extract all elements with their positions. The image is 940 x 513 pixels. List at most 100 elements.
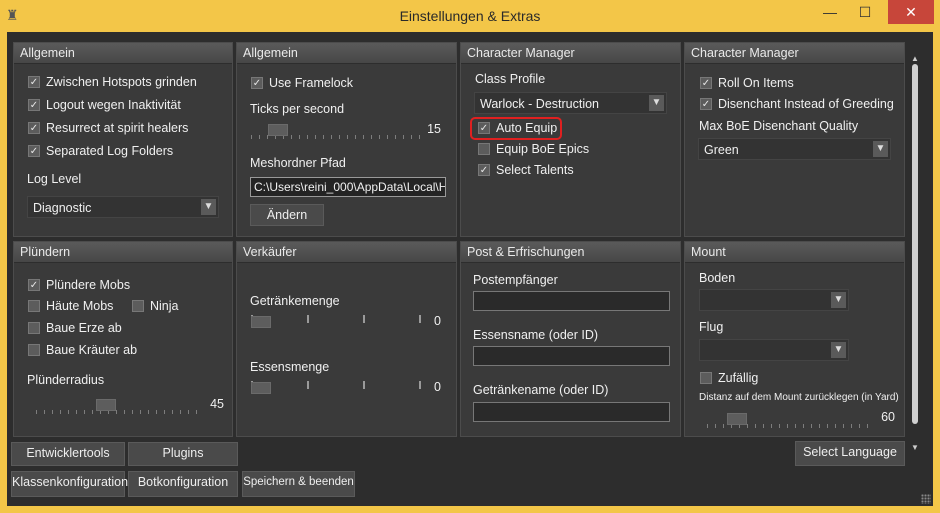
save-exit-button[interactable]: Speichern & beenden: [242, 471, 355, 497]
slider-thumb[interactable]: [251, 316, 271, 328]
minimize-button[interactable]: —: [815, 0, 845, 24]
panel-pluendern: Plündern ✓ Plündere Mobs Häute Mobs Ninj…: [13, 241, 233, 437]
settings-client-area: Allgemein ✓ Zwischen Hotspots grinden ✓ …: [7, 32, 933, 506]
class-config-button[interactable]: Klassenkonfiguration: [11, 471, 128, 497]
checkbox-ninja[interactable]: Ninja: [132, 299, 179, 313]
log-level-select[interactable]: Diagnostic ▼: [27, 196, 219, 218]
panel-header: Post & Erfrischungen: [461, 242, 680, 263]
slider-ticks: [36, 410, 204, 414]
panel-post-refreshments: Post & Erfrischungen Postempfänger Essen…: [460, 241, 681, 437]
checkbox-label: Roll On Items: [718, 76, 794, 90]
panel-header: Plündern: [14, 242, 232, 263]
panel-header: Allgemein: [14, 43, 232, 64]
checkbox-label: Zufällig: [718, 371, 759, 385]
checkbox-label: Select Talents: [496, 163, 574, 177]
drink-amount-label: Getränkemenge: [250, 294, 340, 308]
food-amount-label: Essensmenge: [250, 360, 330, 374]
check-icon: ✓: [700, 98, 712, 110]
check-icon: ✓: [28, 122, 40, 134]
checkbox-label: Equip BoE Epics: [496, 142, 590, 156]
chevron-down-icon: ▼: [873, 141, 888, 157]
select-language-button[interactable]: Select Language: [795, 441, 905, 466]
ticks-label: Ticks per second: [250, 102, 345, 116]
chevron-down-icon: ▼: [201, 199, 216, 215]
select-value: Green: [704, 143, 739, 157]
checkbox-label: Separated Log Folders: [46, 144, 174, 158]
checkbox-separated-logs[interactable]: ✓ Separated Log Folders: [28, 144, 173, 158]
empty-check-icon: [28, 322, 40, 334]
checkbox-roll-on-items[interactable]: ✓ Roll On Items: [700, 76, 794, 90]
checkbox-equip-boe-epics[interactable]: Equip BoE Epics: [478, 142, 589, 156]
loot-radius-label: Plünderradius: [27, 373, 105, 387]
class-profile-label: Class Profile: [475, 72, 546, 86]
checkbox-loot-mobs[interactable]: ✓ Plündere Mobs: [28, 278, 130, 292]
panel-allgemein-general: Allgemein ✓ Zwischen Hotspots grinden ✓ …: [13, 42, 233, 237]
class-profile-select[interactable]: Warlock - Destruction ▼: [474, 92, 667, 114]
panel-verkaeufer: Verkäufer Getränkemenge 0 Essensmenge 0: [236, 241, 457, 437]
food-amount-value: 0: [434, 380, 441, 394]
checkbox-label: Resurrect at spirit healers: [46, 121, 189, 135]
drink-name-label: Getränkename (oder ID): [473, 383, 609, 397]
chevron-down-icon: ▼: [831, 342, 846, 358]
check-icon: ✓: [28, 279, 40, 291]
checkbox-use-framelock[interactable]: ✓ Use Framelock: [251, 76, 353, 90]
title-bar: ♜ Einstellungen & Extras — ☐ ✕: [0, 0, 940, 32]
resize-grip-icon[interactable]: [921, 494, 931, 504]
flying-mount-select[interactable]: ▼: [699, 339, 849, 361]
developer-tools-button[interactable]: Entwicklertools: [11, 442, 125, 466]
drink-amount-slider[interactable]: [251, 315, 421, 331]
bot-config-button[interactable]: Botkonfiguration: [128, 471, 238, 497]
meshpath-input[interactable]: C:\Users\reini_000\AppData\Local\H: [250, 177, 446, 197]
checkbox-disenchant-instead[interactable]: ✓ Disenchant Instead of Greeding: [700, 97, 894, 111]
plugins-button[interactable]: Plugins: [128, 442, 238, 466]
slider-thumb[interactable]: [251, 382, 271, 394]
recipient-input[interactable]: [473, 291, 670, 311]
checkbox-random-mount[interactable]: Zufällig: [700, 371, 758, 385]
empty-check-icon: [132, 300, 144, 312]
empty-check-icon: [478, 143, 490, 155]
meshpath-label: Meshordner Pfad: [250, 156, 346, 170]
check-icon: ✓: [28, 145, 40, 157]
panel-header: Character Manager: [461, 43, 680, 64]
food-name-input[interactable]: [473, 346, 670, 366]
checkbox-hotspots-grind[interactable]: ✓ Zwischen Hotspots grinden: [28, 75, 197, 89]
scroll-thumb[interactable]: [912, 64, 918, 424]
checkbox-label: Ninja: [150, 299, 179, 313]
slider-thumb[interactable]: [268, 124, 288, 136]
flying-mount-label: Flug: [699, 320, 724, 334]
chevron-down-icon: ▼: [831, 292, 846, 308]
checkbox-resurrect-spirit[interactable]: ✓ Resurrect at spirit healers: [28, 121, 188, 135]
checkbox-mine-ore[interactable]: Baue Erze ab: [28, 321, 122, 335]
change-path-button[interactable]: Ändern: [250, 204, 324, 226]
checkbox-logout-inactivity[interactable]: ✓ Logout wegen Inaktivität: [28, 98, 181, 112]
panel-header: Verkäufer: [237, 242, 456, 263]
scroll-down-icon[interactable]: ▼: [910, 443, 920, 452]
checkbox-label: Baue Erze ab: [46, 321, 122, 335]
mount-distance-label: Distanz auf dem Mount zurücklegen (in Ya…: [699, 392, 899, 403]
ground-mount-select[interactable]: ▼: [699, 289, 849, 311]
ticks-slider[interactable]: [251, 123, 421, 139]
panel-header: Mount: [685, 242, 904, 263]
checkbox-gather-herbs[interactable]: Baue Kräuter ab: [28, 343, 137, 357]
loot-radius-slider[interactable]: [36, 398, 204, 414]
mount-distance-value: 60: [881, 410, 895, 424]
maximize-button[interactable]: ☐: [850, 0, 880, 24]
slider-thumb[interactable]: [96, 399, 116, 411]
drink-name-input[interactable]: [473, 402, 670, 422]
scroll-up-icon[interactable]: ▲: [910, 54, 920, 63]
check-icon: ✓: [478, 164, 490, 176]
close-button[interactable]: ✕: [888, 0, 934, 24]
checkbox-skin-mobs[interactable]: Häute Mobs: [28, 299, 113, 313]
check-icon: ✓: [28, 99, 40, 111]
empty-check-icon: [28, 344, 40, 356]
checkbox-label: Plündere Mobs: [46, 278, 131, 292]
slider-thumb[interactable]: [727, 413, 747, 425]
vertical-scrollbar[interactable]: ▲ ▼: [909, 54, 920, 452]
panel-header: Allgemein: [237, 43, 456, 64]
food-amount-slider[interactable]: [251, 381, 421, 397]
checkbox-select-talents[interactable]: ✓ Select Talents: [478, 163, 574, 177]
chevron-down-icon: ▼: [649, 95, 664, 111]
quality-select[interactable]: Green ▼: [698, 138, 891, 160]
mount-distance-slider[interactable]: [707, 412, 873, 428]
panel-character-manager-loot: Character Manager ✓ Roll On Items ✓ Dise…: [684, 42, 905, 237]
